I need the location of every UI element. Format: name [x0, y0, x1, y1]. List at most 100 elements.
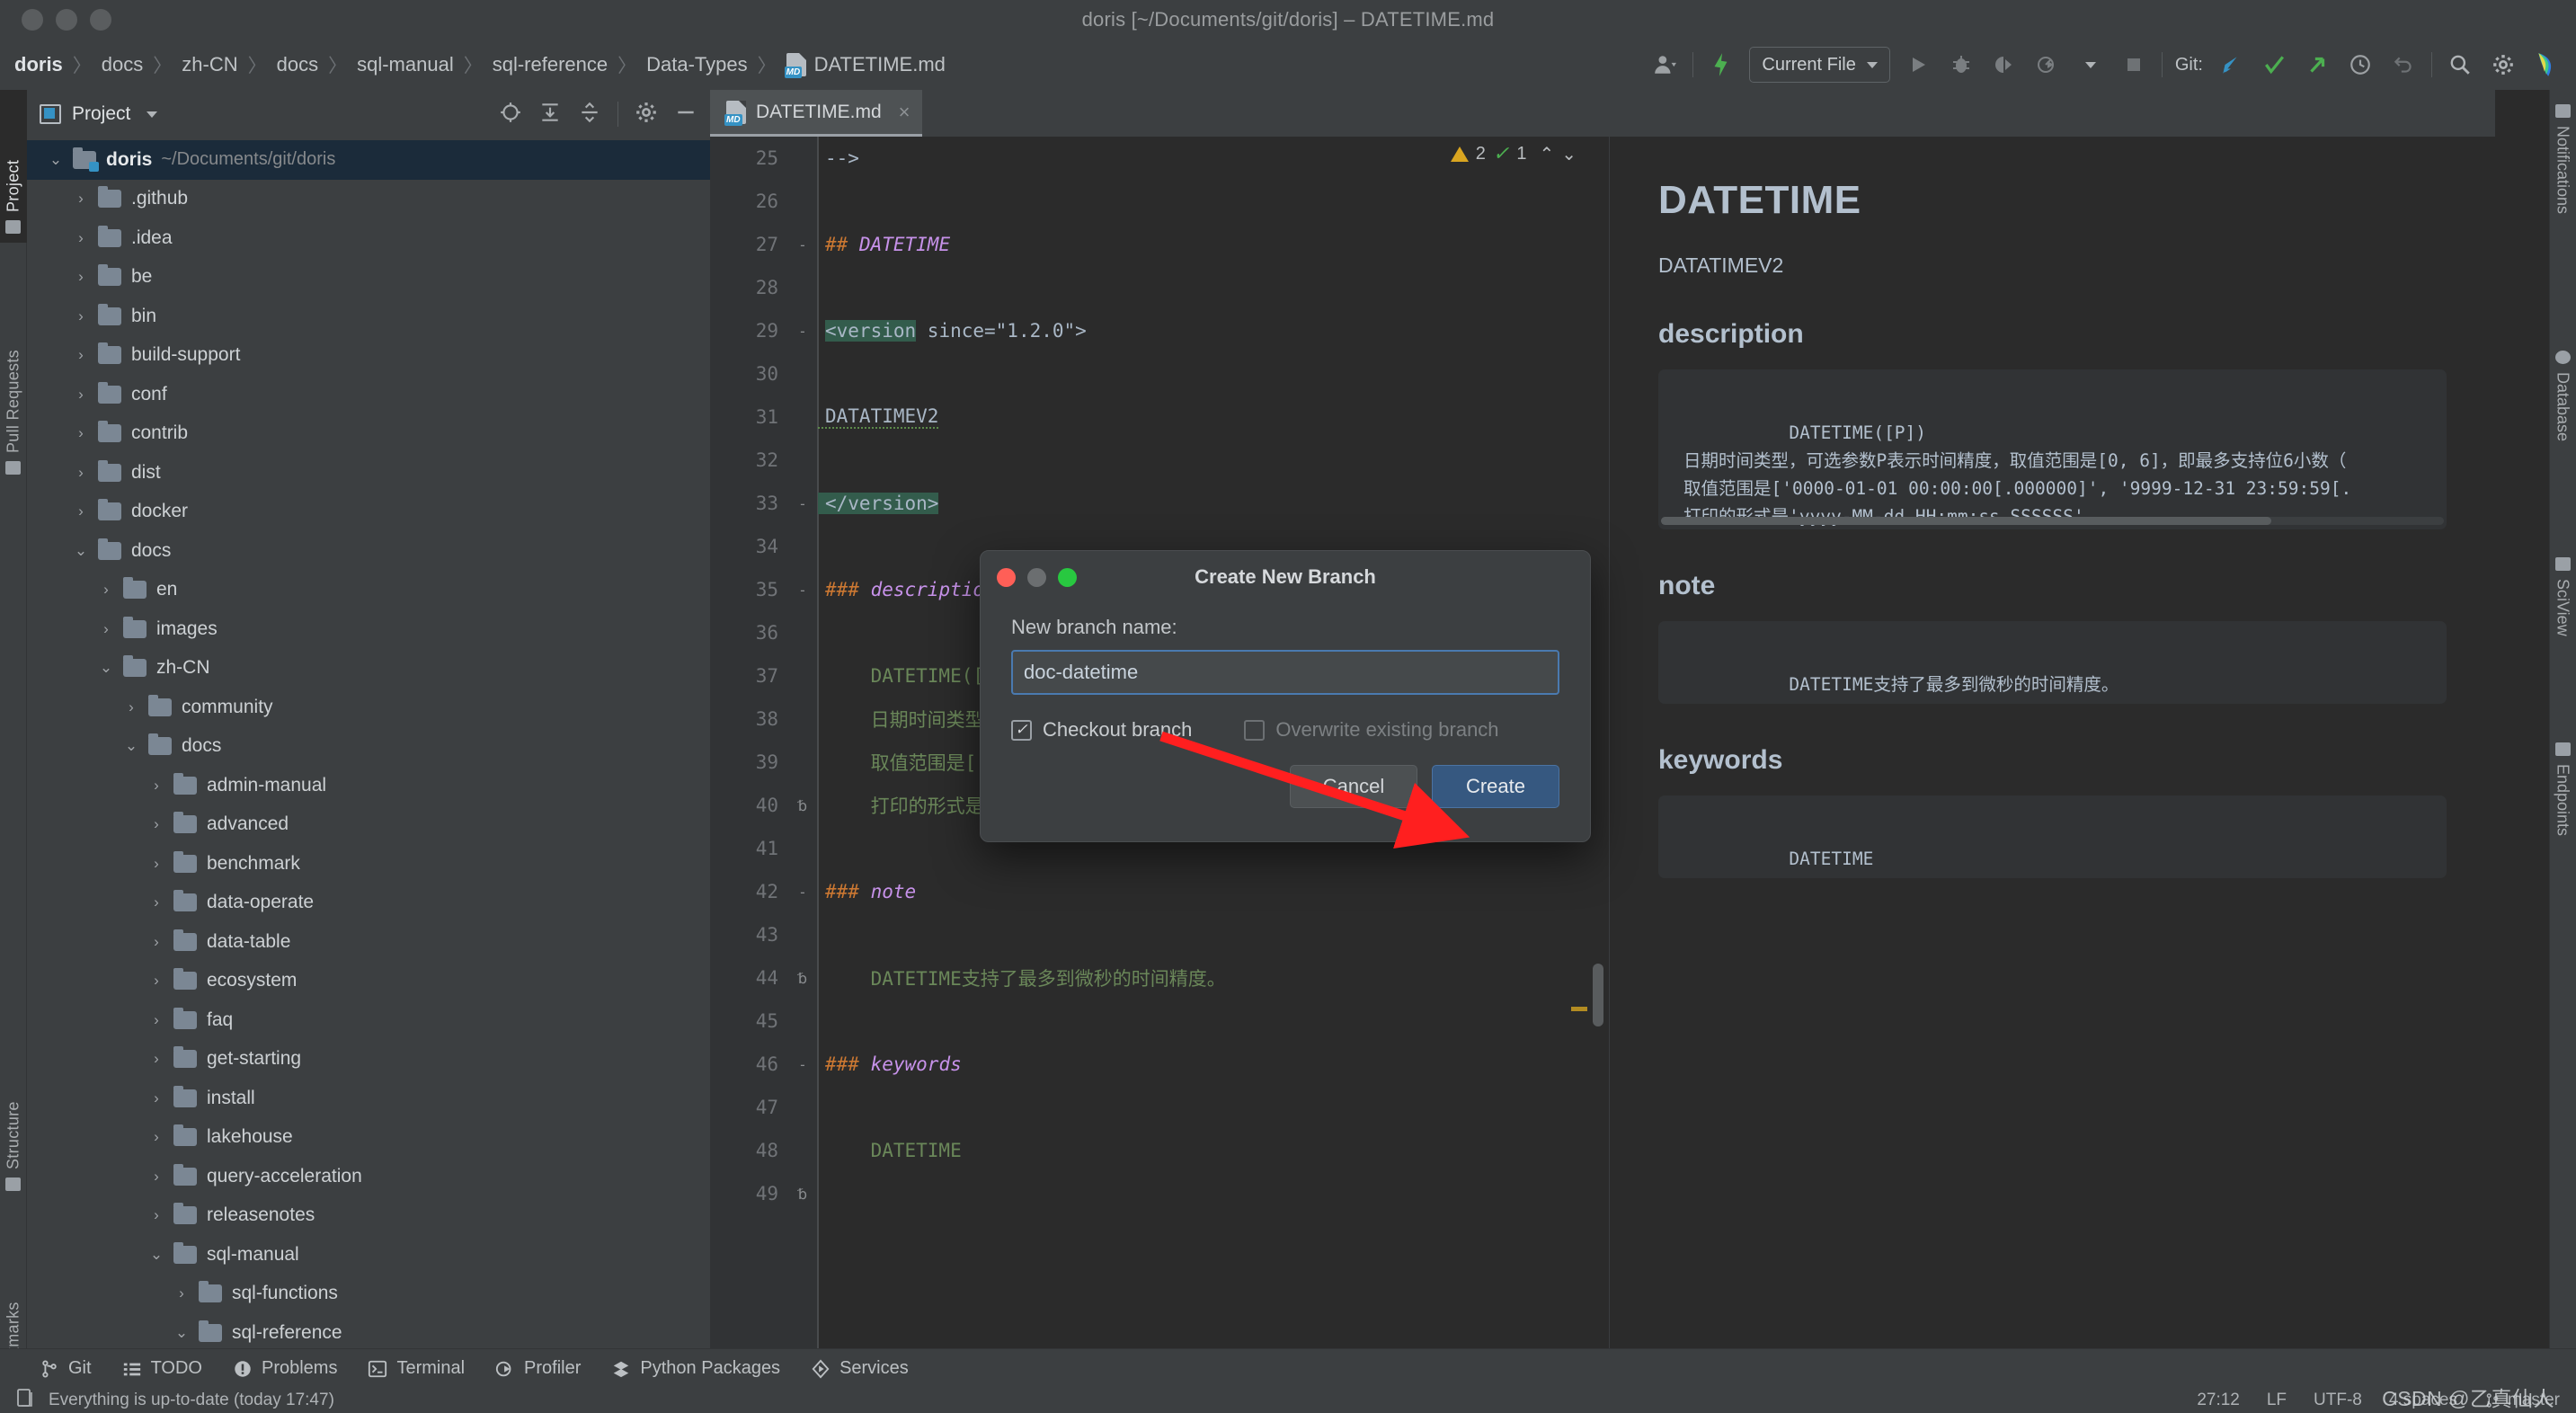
ide-assistant-icon[interactable]: [2531, 49, 2562, 80]
code-line[interactable]: 42-### note: [710, 870, 1609, 913]
run-icon[interactable]: [1903, 49, 1933, 80]
fold-marker[interactable]: ␢: [787, 1186, 818, 1203]
tool-window-todo[interactable]: TODO: [122, 1358, 202, 1379]
code-line[interactable]: 30: [710, 352, 1609, 395]
line-separator[interactable]: LF: [2267, 1391, 2287, 1410]
chevron-right-icon[interactable]: ›: [72, 464, 90, 482]
debug-icon[interactable]: [1946, 49, 1976, 80]
chevron-right-icon[interactable]: ›: [147, 855, 165, 873]
tree-node-benchmark[interactable]: ›benchmark: [27, 844, 710, 884]
tree-node-sql-functions[interactable]: ›sql-functions: [27, 1275, 710, 1314]
tree-node-.idea[interactable]: ›.idea: [27, 218, 710, 258]
code-line[interactable]: 31DATATIMEV2: [710, 395, 1609, 439]
caret-position[interactable]: 27:12: [2197, 1391, 2240, 1410]
tree-node-admin-manual[interactable]: ›admin-manual: [27, 766, 710, 805]
search-everywhere-icon[interactable]: [2445, 49, 2475, 80]
tree-node-en[interactable]: ›en: [27, 571, 710, 610]
tree-node-.github[interactable]: ›.github: [27, 180, 710, 219]
tree-node-faq[interactable]: ›faq: [27, 1000, 710, 1040]
next-highlight-icon[interactable]: ⌄: [1561, 143, 1577, 165]
preview-code-hscrollbar[interactable]: [1661, 517, 2444, 525]
tree-node-data-operate[interactable]: ›data-operate: [27, 884, 710, 923]
sidebar-item-sciview[interactable]: SciView: [2549, 548, 2576, 719]
breadcrumb-item-1[interactable]: docs: [100, 53, 145, 76]
fold-marker[interactable]: ␢: [787, 797, 818, 814]
code-line[interactable]: 46-### keywords: [710, 1043, 1609, 1086]
coverage-icon[interactable]: [1989, 49, 2020, 80]
chevron-right-icon[interactable]: ›: [147, 815, 165, 833]
close-icon[interactable]: ×: [899, 101, 910, 124]
chevron-right-icon[interactable]: ›: [72, 346, 90, 364]
sidebar-item-database[interactable]: Database: [2549, 342, 2576, 535]
git-history-icon[interactable]: [2345, 49, 2376, 80]
breadcrumb-item-4[interactable]: sql-manual: [355, 53, 456, 76]
chevron-right-icon[interactable]: ›: [147, 1050, 165, 1068]
chevron-right-icon[interactable]: ›: [147, 1089, 165, 1107]
expand-all-icon[interactable]: [538, 101, 562, 129]
tree-node-advanced[interactable]: ›advanced: [27, 805, 710, 845]
chevron-right-icon[interactable]: ›: [147, 1011, 165, 1029]
fold-marker[interactable]: -: [787, 495, 818, 512]
settings-icon[interactable]: [2488, 49, 2518, 80]
sidebar-item-endpoints[interactable]: Endpoints: [2549, 733, 2576, 927]
chevron-right-icon[interactable]: ›: [147, 893, 165, 911]
chevron-right-icon[interactable]: ›: [72, 424, 90, 442]
breadcrumb-item-5[interactable]: sql-reference: [491, 53, 609, 76]
chevron-right-icon[interactable]: ›: [72, 307, 90, 325]
close-window-button[interactable]: [22, 9, 43, 31]
code-line[interactable]: 43: [710, 913, 1609, 956]
git-rollback-icon[interactable]: [2388, 49, 2419, 80]
code-line[interactable]: 47: [710, 1086, 1609, 1129]
tree-node-be[interactable]: ›be: [27, 258, 710, 298]
breadcrumb-item-0[interactable]: doris: [13, 53, 65, 76]
chevron-down-icon[interactable]: ⌄: [122, 737, 140, 755]
tool-window-profiler[interactable]: Profiler: [495, 1358, 581, 1379]
sidebar-item-project[interactable]: Project: [0, 90, 27, 243]
chevron-right-icon[interactable]: ›: [72, 190, 90, 208]
tab-datetime-md[interactable]: DATETIME.md ×: [710, 90, 922, 137]
editor-scrollbar[interactable]: [1593, 964, 1603, 1026]
code-line[interactable]: 32: [710, 439, 1609, 482]
tree-node-ecosystem[interactable]: ›ecosystem: [27, 962, 710, 1001]
profile-icon[interactable]: [2032, 49, 2063, 80]
chevron-down-icon[interactable]: ⌄: [173, 1324, 191, 1342]
tool-window-services[interactable]: Services: [811, 1358, 909, 1379]
fold-marker[interactable]: -: [787, 323, 818, 340]
locate-icon[interactable]: [499, 101, 522, 129]
breadcrumb-item-3[interactable]: docs: [275, 53, 320, 76]
tree-node-docker[interactable]: ›docker: [27, 493, 710, 532]
tree-node-install[interactable]: ›install: [27, 1079, 710, 1118]
cancel-button[interactable]: Cancel: [1290, 765, 1417, 808]
tool-window-terminal[interactable]: Terminal: [368, 1358, 465, 1379]
chevron-right-icon[interactable]: ›: [147, 972, 165, 990]
code-line[interactable]: 29-<version since="1.2.0">: [710, 309, 1609, 352]
fold-marker[interactable]: -: [787, 1056, 818, 1073]
tree-node-releasenotes[interactable]: ›releasenotes: [27, 1196, 710, 1236]
fold-marker[interactable]: -: [787, 582, 818, 599]
previous-highlight-icon[interactable]: ⌃: [1539, 143, 1554, 165]
tree-node-contrib[interactable]: ›contrib: [27, 414, 710, 454]
tree-node-sql-reference[interactable]: ⌄sql-reference: [27, 1313, 710, 1348]
chevron-right-icon[interactable]: ›: [72, 386, 90, 404]
tree-node-data-table[interactable]: ›data-table: [27, 922, 710, 962]
code-line[interactable]: 26: [710, 180, 1609, 223]
tool-window-git[interactable]: Git: [40, 1358, 92, 1379]
tree-node-bin[interactable]: ›bin: [27, 297, 710, 336]
chevron-down-icon[interactable]: ⌄: [72, 542, 90, 560]
chevron-right-icon[interactable]: ›: [147, 1168, 165, 1186]
code-line[interactable]: 33-</version>: [710, 482, 1609, 525]
tree-node-lakehouse[interactable]: ›lakehouse: [27, 1118, 710, 1158]
checkout-branch-checkbox[interactable]: ✓ Checkout branch: [1011, 718, 1192, 742]
tree-node-doris[interactable]: ⌄doris~/Documents/git/doris: [27, 140, 710, 180]
inspection-widget-icon[interactable]: [1706, 49, 1737, 80]
project-tree[interactable]: ⌄doris~/Documents/git/doris›.github›.ide…: [27, 138, 710, 1348]
tree-node-build-support[interactable]: ›build-support: [27, 336, 710, 376]
git-branch-widget[interactable]: master: [2484, 1391, 2560, 1410]
tree-node-get-starting[interactable]: ›get-starting: [27, 1040, 710, 1080]
breadcrumb-item-6[interactable]: Data-Types: [644, 53, 750, 76]
chevron-down-icon[interactable]: ⌄: [147, 1246, 165, 1264]
chevron-down-icon[interactable]: [2075, 49, 2106, 80]
inspections-widget[interactable]: 2 ✓ 1 ⌃ ⌄: [1451, 142, 1577, 165]
tree-node-images[interactable]: ›images: [27, 609, 710, 649]
hide-icon[interactable]: [674, 101, 697, 129]
